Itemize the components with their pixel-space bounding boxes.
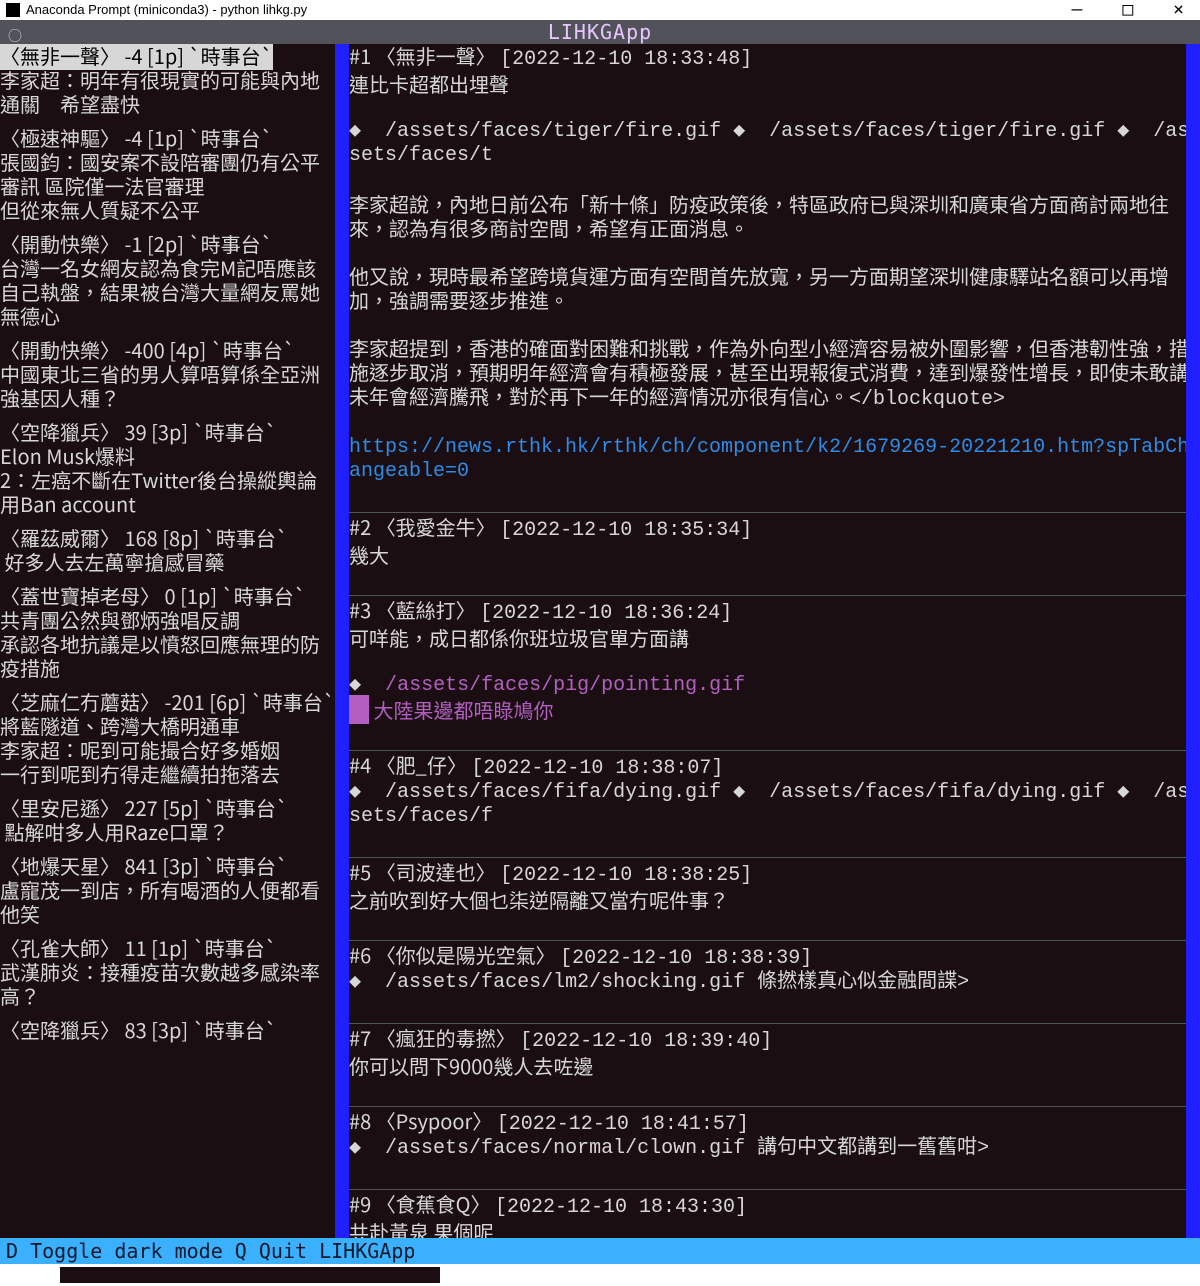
post-body: 可咩能，成日都係你班垃圾官單方面講 ◆ /assets/faces/pig/po… (349, 626, 1200, 722)
sidebar-thread-item[interactable]: 〈羅茲威爾〉 168 [8p] `時事台` 好多人去左萬寧搶感冒藥 (0, 526, 335, 574)
sidebar-thread-meta: 〈空降獵兵〉 83 [3p] `時事台` (0, 1018, 335, 1042)
post-body: ◆ /assets/faces/lm2/shocking.gif 條撚樣真心似金… (349, 971, 1200, 995)
post-header: #9 〈食蕉食Q〉 [2022-12-10 18:43:30] (349, 1192, 1200, 1220)
thread-content[interactable]: #1 〈無非一聲〉 [2022-12-10 18:33:48]連比卡超都出埋聲 … (349, 44, 1200, 1260)
footer-text: D Toggle dark mode Q Quit LIHKGApp (6, 1239, 415, 1263)
sidebar-thread-title: 李家超：明年有很現實的可能與內地通關 希望盡快 (0, 68, 335, 116)
sidebar-thread-item[interactable]: 〈無非一聲〉 -4 [1p] `時事台`李家超：明年有很現實的可能與內地通關 希… (0, 44, 335, 116)
window-title: Anaconda Prompt (miniconda3) - python li… (26, 0, 307, 20)
app-icon (6, 3, 20, 17)
post-body: ◆ /assets/faces/normal/clown.gif 講句中文都講到… (349, 1137, 1200, 1161)
window-maximize-button[interactable]: □ (1122, 0, 1133, 20)
sidebar-thread-title: 台灣一名女網友認為食完M記唔應該自己執盤，結果被台灣大量網友罵她無德心 (0, 256, 335, 328)
windows-title-bar: Anaconda Prompt (miniconda3) - python li… (0, 0, 1200, 20)
post-header: #1 〈無非一聲〉 [2022-12-10 18:33:48] (349, 44, 1200, 72)
footer-keybinds: D Toggle dark mode Q Quit LIHKGApp (0, 1238, 1200, 1264)
app-title-bar: ○ LIHKGApp (0, 20, 1200, 44)
post-header: #2 〈我愛金牛〉 [2022-12-10 18:35:34] (349, 515, 1200, 543)
sidebar-thread-item[interactable]: 〈空降獵兵〉 83 [3p] `時事台` (0, 1018, 335, 1042)
post-header: #5 〈司波達也〉 [2022-12-10 18:38:25] (349, 860, 1200, 888)
sidebar-thread-item[interactable]: 〈地爆天星〉 841 [3p] `時事台`盧寵茂一到店，所有喝酒的人便都看他笑 (0, 854, 335, 926)
post-body: 之前吹到好大個乜柒逆隔離又當冇呢件事？ (349, 888, 1200, 912)
window-close-button[interactable]: × (1173, 0, 1184, 20)
post-body: 幾大 (349, 543, 1200, 567)
vertical-divider (335, 44, 349, 1260)
post-header: #8 〈Psypoor〉 [2022-12-10 18:41:57] (349, 1109, 1200, 1137)
sidebar-thread-title: 點解咁多人用Raze口罩？ (0, 820, 335, 844)
sidebar-thread-item[interactable]: 〈里安尼遜〉 227 [5p] `時事台` 點解咁多人用Raze口罩？ (0, 796, 335, 844)
sidebar-thread-item[interactable]: 〈開動快樂〉 -1 [2p] `時事台`台灣一名女網友認為食完M記唔應該自己執盤… (0, 232, 335, 328)
post-header: #3 〈藍絲打〉 [2022-12-10 18:36:24] (349, 598, 1200, 626)
sidebar-thread-title: 共青團公然與鄧炳強唱反調 承認各地抗議是以憤怒回應無理的防疫措施 (0, 608, 335, 680)
sidebar-thread-item[interactable]: 〈芝麻仁冇蘑菇〉 -201 [6p] `時事台`將藍隧道、跨灣大橋明通車 李家超… (0, 690, 335, 786)
window-minimize-button[interactable]: — (1071, 0, 1082, 20)
sidebar-thread-title: 將藍隧道、跨灣大橋明通車 李家超：呢到可能撮合好多婚姻 一行到呢到冇得走繼續拍拖… (0, 714, 335, 786)
sidebar-thread-item[interactable]: 〈開動快樂〉 -400 [4p] `時事台`中國東北三省的男人算唔算係全亞洲強基… (0, 338, 335, 410)
sidebar-thread-item[interactable]: 〈空降獵兵〉 39 [3p] `時事台`Elon Musk爆料 2：左癌不斷在T… (0, 420, 335, 516)
sidebar-thread-title: 張國鈞：國安案不設陪審團仍有公平審訊 區院僅一法官審理 但從來無人質疑不公平 (0, 150, 335, 222)
sidebar-thread-title: 好多人去左萬寧搶感冒藥 (0, 550, 335, 574)
thread-list-sidebar[interactable]: 〈無非一聲〉 -4 [1p] `時事台`李家超：明年有很現實的可能與內地通關 希… (0, 44, 335, 1260)
post-body: 你可以問下9000幾人去咗邊 (349, 1054, 1200, 1078)
status-circle-icon: ○ (8, 26, 22, 46)
post-link[interactable]: https://news.rthk.hk/rthk/ch/component/k… (349, 436, 1200, 484)
right-scrollbar[interactable] (1186, 44, 1200, 1258)
post-body: ◆ /assets/faces/fifa/dying.gif ◆ /assets… (349, 781, 1200, 829)
sidebar-thread-item[interactable]: 〈孔雀大師〉 11 [1p] `時事台`武漢肺炎：接種疫苗次數越多感染率高？ (0, 936, 335, 1008)
post-separator (349, 750, 1200, 751)
sidebar-thread-title: 中國東北三省的男人算唔算係全亞洲強基因人種？ (0, 362, 335, 410)
windows-taskbar-strip (0, 1264, 1200, 1286)
sidebar-thread-title: 盧寵茂一到店，所有喝酒的人便都看他笑 (0, 878, 335, 926)
post-header: #7 〈瘋狂的毒撚〉 [2022-12-10 18:39:40] (349, 1026, 1200, 1054)
sidebar-thread-title: 武漢肺炎：接種疫苗次數越多感染率高？ (0, 960, 335, 1008)
app-title: LIHKGApp (548, 20, 652, 44)
sidebar-thread-item[interactable]: 〈極速神驅〉 -4 [1p] `時事台`張國鈞：國安案不設陪審團仍有公平審訊 區… (0, 126, 335, 222)
sidebar-thread-title: Elon Musk爆料 2：左癌不斷在Twitter後台操縱輿論用Ban acc… (0, 444, 335, 516)
post-header: #6 〈你似是陽光空氣〉 [2022-12-10 18:38:39] (349, 943, 1200, 971)
post-body: 連比卡超都出埋聲 ◆ /assets/faces/tiger/fire.gif … (349, 72, 1200, 484)
post-header: #4 〈肥_仔〉 [2022-12-10 18:38:07] (349, 753, 1200, 781)
sidebar-thread-item[interactable]: 〈蓋世寶掉老母〉 0 [1p] `時事台`共青團公然與鄧炳強唱反調 承認各地抗議… (0, 584, 335, 680)
